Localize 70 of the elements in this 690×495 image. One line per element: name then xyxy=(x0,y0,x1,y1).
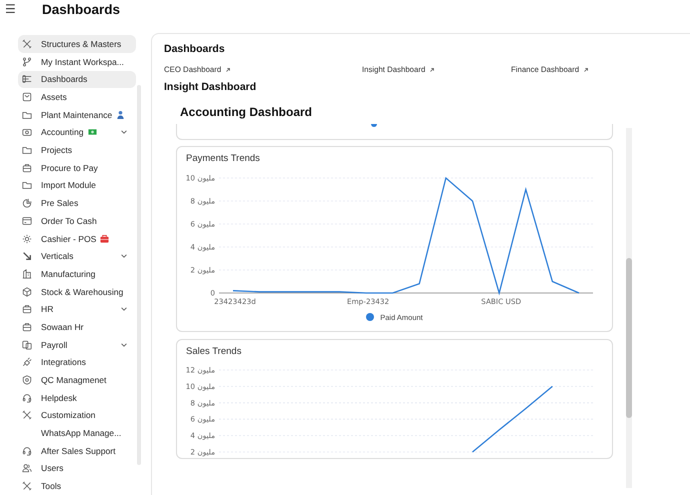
briefcase-icon xyxy=(100,234,110,244)
chart-title: Payments Trends xyxy=(185,153,261,166)
cash-register-icon xyxy=(22,127,32,138)
sidebar-item[interactable]: After Sales Support xyxy=(18,442,136,460)
dashboard-title: Accounting Dashboard xyxy=(179,105,314,121)
building-icon xyxy=(22,268,32,279)
chevron-icon[interactable] xyxy=(120,252,128,260)
chart-title: Sales Trends xyxy=(185,346,242,359)
arrow-icon xyxy=(22,251,32,262)
sidebar-item[interactable]: Manufacturing xyxy=(18,265,136,283)
documents-icon xyxy=(22,340,32,350)
sidebar-item[interactable]: Projects xyxy=(18,141,136,159)
sidebar-item[interactable]: Customization xyxy=(18,406,136,424)
list-icon xyxy=(22,74,32,84)
shield-icon xyxy=(22,375,32,386)
briefcase-icon xyxy=(22,304,32,314)
chevron-icon[interactable] xyxy=(120,305,128,314)
sidebar-item[interactable]: Payroll xyxy=(18,336,136,354)
chevron-icon[interactable] xyxy=(120,128,128,136)
sidebar-item[interactable]: Accounting xyxy=(18,124,136,142)
scrollbar[interactable] xyxy=(626,128,632,488)
sidebar-item[interactable]: Order To Cash xyxy=(18,212,136,230)
sidebar-item[interactable]: QC Managmenet xyxy=(18,371,136,389)
section-heading: Dashboards xyxy=(164,43,226,57)
sidebar-item[interactable]: Dashboards xyxy=(18,70,136,88)
sidebar-item[interactable]: Verticals xyxy=(18,247,136,266)
users-icon xyxy=(22,463,32,474)
sidebar-item[interactable]: Structures & Masters xyxy=(18,35,136,53)
sidebar-item[interactable]: Cashier - POS xyxy=(18,230,136,248)
headset-icon xyxy=(22,392,32,403)
box-icon xyxy=(22,92,32,102)
sidebar-item[interactable]: Plant Maintenance xyxy=(18,106,136,124)
sun-icon xyxy=(22,234,32,244)
card-icon xyxy=(22,216,32,226)
briefcase-icon xyxy=(22,162,32,173)
tools-icon xyxy=(22,481,32,492)
chevron-icon[interactable] xyxy=(120,340,128,349)
folder-icon xyxy=(22,180,32,190)
cube-icon xyxy=(22,286,32,297)
sidebar-item[interactable]: HR xyxy=(18,300,136,318)
plug-icon xyxy=(22,357,32,368)
sidebar-item[interactable]: Sowaan Hr xyxy=(18,318,136,336)
tools-icon xyxy=(22,410,32,420)
sidebar-item[interactable]: Pre Sales xyxy=(18,194,136,212)
external-link-icon xyxy=(429,66,436,72)
folder-icon xyxy=(22,145,32,156)
sidebar-item[interactable]: My Instant Workspa... xyxy=(18,52,136,70)
person-icon xyxy=(116,110,126,120)
legend-marker-icon xyxy=(371,124,377,127)
briefcase-icon xyxy=(22,322,32,332)
sidebar-item[interactable]: WhatsApp Manage... xyxy=(18,424,136,442)
pie-chart-icon xyxy=(22,198,32,208)
tools-icon xyxy=(22,38,32,49)
menu-icon[interactable]: ☰ xyxy=(5,2,42,16)
sidebar-item[interactable]: Stock & Warehousing xyxy=(18,282,136,300)
section-heading: Insight Dashboard xyxy=(164,81,258,95)
headset-icon xyxy=(22,446,32,456)
branch-icon xyxy=(22,56,32,67)
sidebar-item[interactable]: Users xyxy=(18,460,136,478)
sidebar-item[interactable]: Tools xyxy=(18,477,136,495)
sidebar-item[interactable]: Procure to Pay xyxy=(18,158,136,177)
sidebar-item[interactable]: Assets xyxy=(18,88,136,106)
external-link-icon xyxy=(225,66,232,72)
sidebar-item[interactable]: Import Module xyxy=(18,176,136,194)
sidebar-item[interactable]: Helpdesk xyxy=(18,388,136,407)
page-title: Dashboards xyxy=(42,2,120,17)
banknote-icon xyxy=(88,127,97,138)
folder-icon xyxy=(22,110,32,120)
external-link-icon xyxy=(583,66,590,72)
sidebar-item[interactable]: Integrations xyxy=(18,354,136,372)
